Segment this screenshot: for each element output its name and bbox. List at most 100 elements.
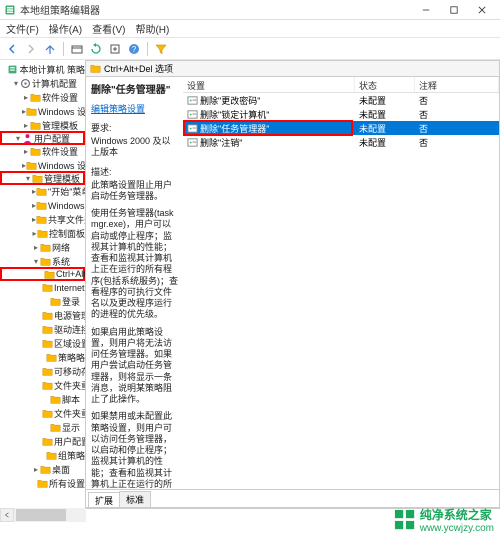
menu-action[interactable]: 操作(A) <box>49 21 82 36</box>
tree-label: 区域设置服 <box>54 337 86 350</box>
twisty-icon[interactable]: ▾ <box>24 174 32 183</box>
tree-item[interactable]: 所有设置 <box>0 476 85 490</box>
tree-item[interactable]: ▸ 网络 <box>0 240 85 254</box>
tree-item[interactable]: ▸软件设置 <box>0 144 85 158</box>
tree-item[interactable]: 策略略 <box>0 350 85 364</box>
back-button[interactable] <box>4 41 20 57</box>
tree-label: 管理模板 <box>42 119 78 132</box>
cell-status: 未配置 <box>355 108 415 121</box>
tree-label: 策略略 <box>58 351 85 364</box>
list-row[interactable]: 删除"注销"未配置否 <box>183 135 499 149</box>
tree-item[interactable]: 区域设置服 <box>0 336 85 350</box>
tree-item[interactable]: ▾用户配置 <box>0 131 85 145</box>
policy-item-icon <box>187 137 198 148</box>
twisty-icon[interactable]: ▾ <box>32 257 40 266</box>
twisty-icon[interactable]: ▾ <box>12 79 20 88</box>
tree-item[interactable]: ▸Windows 设置 <box>0 158 85 172</box>
tree-item[interactable]: ▸"开始"菜单和 <box>0 184 85 198</box>
menu-view[interactable]: 查看(V) <box>92 21 125 36</box>
up-button[interactable] <box>42 41 58 57</box>
tree-item[interactable]: 脚本 <box>0 392 85 406</box>
tree-item[interactable]: ▸ 管理模板 <box>0 118 85 132</box>
refresh-button[interactable] <box>88 41 104 57</box>
tree-item[interactable]: 驱动连接 <box>0 322 85 336</box>
properties-button[interactable] <box>69 41 85 57</box>
right-body: 删除"任务管理器" 编辑策略设置 要求: Windows 2000 及以上版本 … <box>86 77 499 489</box>
desc-p1: 此策略设置阻止用户启动任务管理器。 <box>91 180 178 203</box>
tree-item[interactable]: ▸软件设置 <box>0 90 85 104</box>
tree-item[interactable]: ▾系统 <box>0 254 85 268</box>
menu-file[interactable]: 文件(F) <box>6 21 39 36</box>
menu-help[interactable]: 帮助(H) <box>135 21 169 36</box>
tree-item[interactable]: 可移动存储 <box>0 364 85 378</box>
tree-item[interactable]: ▸Windows 设置 <box>0 104 85 118</box>
tab-extended[interactable]: 扩展 <box>88 492 120 508</box>
tree-item[interactable]: 组策略 <box>0 448 85 462</box>
edit-policy-link[interactable]: 编辑策略设置 <box>91 102 178 115</box>
tree-label: 文件夹重定 <box>54 407 86 420</box>
tree-item[interactable]: 用户配置文 <box>0 434 85 448</box>
twisty-icon[interactable]: ▸ <box>22 121 30 130</box>
desc-p3: 如果启用此策略设置，则用户将无法访问任务管理器。如果用户尝试启动任务管理器，则将… <box>91 327 178 406</box>
policy-title: 删除"任务管理器" <box>91 81 178 96</box>
tree-item[interactable]: 电源管理 <box>0 308 85 322</box>
toolbar-sep <box>63 42 64 56</box>
watermark: 纯净系统之家 www.ycwjzy.com <box>394 506 494 534</box>
tree-label: 控制面板 <box>49 227 85 240</box>
tree-label: Internet 道 <box>54 281 86 294</box>
cell-setting: 删除"更改密码" <box>183 94 355 107</box>
tree-label: 所有设置 <box>49 477 85 490</box>
tree-item[interactable]: 登录 <box>0 294 85 308</box>
tree-item[interactable]: 文件夹重定 <box>0 378 85 392</box>
tree-item[interactable]: ▸桌面 <box>0 462 85 476</box>
tree-item[interactable]: ▸控制面板 <box>0 226 85 240</box>
tree-item[interactable]: Ctrl+Alt+ <box>0 267 85 281</box>
maximize-button[interactable] <box>440 1 468 19</box>
tree-item[interactable]: 文件夹重定 <box>0 406 85 420</box>
twisty-icon[interactable]: ▸ <box>32 243 40 252</box>
tree-item[interactable]: Internet 道 <box>0 280 85 294</box>
list-row[interactable]: 删除"锁定计算机"未配置否 <box>183 107 499 121</box>
col-setting[interactable]: 设置 <box>183 77 355 92</box>
cell-comment: 否 <box>415 136 499 149</box>
cell-setting: 删除"锁定计算机" <box>183 108 355 121</box>
tree-label: 可移动存储 <box>54 365 86 378</box>
watermark-url: www.ycwjzy.com <box>420 523 494 534</box>
tree-item[interactable]: 显示 <box>0 420 85 434</box>
twisty-icon[interactable]: ▸ <box>22 93 30 102</box>
close-button[interactable] <box>468 1 496 19</box>
cell-status: 未配置 <box>355 136 415 149</box>
tree-item[interactable]: ▸共享文件夹 <box>0 212 85 226</box>
filter-button[interactable] <box>153 41 169 57</box>
tree-item[interactable]: ▸Windows 组 <box>0 198 85 212</box>
export-button[interactable] <box>107 41 123 57</box>
help-button[interactable]: ? <box>126 41 142 57</box>
forward-button[interactable] <box>23 41 39 57</box>
col-status[interactable]: 状态 <box>355 77 415 92</box>
minimize-button[interactable] <box>412 1 440 19</box>
list-row[interactable]: 删除"任务管理器"未配置否 <box>183 121 499 135</box>
col-comment[interactable]: 注释 <box>415 77 499 92</box>
tab-standard[interactable]: 标准 <box>119 491 151 507</box>
tree-item[interactable]: 本地计算机 策略 <box>0 62 85 76</box>
tree-label: 网络 <box>52 241 70 254</box>
description-pane: 删除"任务管理器" 编辑策略设置 要求: Windows 2000 及以上版本 … <box>86 77 183 489</box>
tree-label: 脚本 <box>62 393 80 406</box>
twisty-icon[interactable]: ▸ <box>32 465 40 474</box>
policy-item-icon <box>187 123 198 134</box>
tree-item[interactable]: ▾管理模板 <box>0 171 85 185</box>
list-pane: 设置 状态 注释 删除"更改密码"未配置否删除"锁定计算机"未配置否删除"任务管… <box>183 77 499 489</box>
toolbar-sep <box>147 42 148 56</box>
toolbar: ? <box>0 38 500 60</box>
policy-item-icon <box>187 109 198 120</box>
tree-label: 组策略 <box>58 449 85 462</box>
tree-label: 文件夹重定 <box>54 379 86 392</box>
tree-pane[interactable]: 本地计算机 策略▾计算机配置▸软件设置▸Windows 设置▸管理模板▾用户配置… <box>0 60 86 508</box>
list-row[interactable]: 删除"更改密码"未配置否 <box>183 93 499 107</box>
tree-item[interactable]: ▾计算机配置 <box>0 76 85 90</box>
twisty-icon[interactable]: ▸ <box>22 147 30 156</box>
twisty-icon[interactable]: ▾ <box>14 134 22 143</box>
tree-label: 用户配置文 <box>54 435 86 448</box>
policy-item-icon <box>187 95 198 106</box>
folder-icon <box>90 63 101 74</box>
